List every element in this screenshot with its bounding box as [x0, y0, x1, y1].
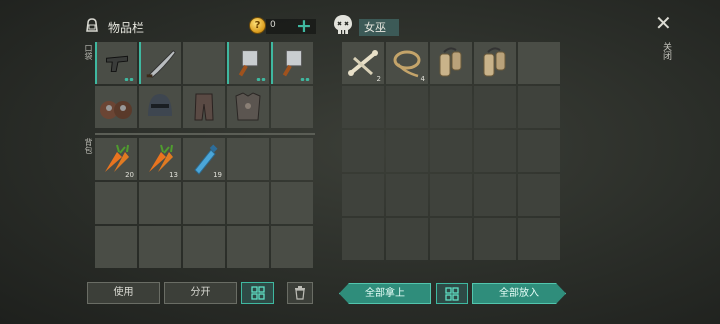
item-quantity: 19: [213, 171, 222, 179]
empty-slot[interactable]: [342, 218, 384, 260]
empty-slot[interactable]: [430, 86, 472, 128]
item-slot[interactable]: [183, 86, 225, 128]
empty-slot[interactable]: [227, 138, 269, 180]
empty-slot[interactable]: [474, 174, 516, 216]
backpack-label: 背包: [84, 138, 93, 154]
empty-slot[interactable]: [139, 182, 181, 224]
empty-slot[interactable]: [386, 218, 428, 260]
grid-icon: [250, 286, 265, 300]
pouch-icon: [439, 47, 462, 77]
section-divider: [95, 133, 315, 135]
item-slot[interactable]: [474, 42, 516, 84]
empty-slot[interactable]: [518, 174, 560, 216]
empty-slot[interactable]: [386, 86, 428, 128]
container-title: 女巫: [359, 19, 399, 36]
skull-icon: [334, 15, 352, 34]
put-all-button[interactable]: 全部放入: [472, 283, 566, 304]
use-button[interactable]: 使用: [87, 282, 160, 304]
coin-count: 0: [270, 20, 276, 30]
empty-slot[interactable]: [271, 86, 313, 128]
empty-slot[interactable]: [227, 226, 269, 268]
chest-armor-icon: [235, 92, 261, 121]
item-slot[interactable]: [227, 86, 269, 128]
empty-slot[interactable]: [183, 182, 225, 224]
empty-slot[interactable]: [95, 182, 137, 224]
add-coins-button[interactable]: +: [296, 15, 312, 37]
empty-slot[interactable]: [430, 174, 472, 216]
empty-slot[interactable]: [183, 42, 225, 84]
backpack-icon: [86, 18, 98, 32]
empty-slot[interactable]: [430, 218, 472, 260]
armor-boots-icon: [100, 101, 132, 119]
item-slot[interactable]: 13: [139, 138, 181, 180]
empty-slot[interactable]: [518, 218, 560, 260]
trash-button[interactable]: [287, 282, 313, 304]
empty-slot[interactable]: [342, 86, 384, 128]
empty-slot[interactable]: [271, 138, 313, 180]
durability-dots: [124, 78, 134, 81]
empty-slot[interactable]: [271, 226, 313, 268]
sort-container-button[interactable]: [436, 283, 468, 304]
close-label[interactable]: 关闭: [659, 42, 671, 60]
item-slot[interactable]: [430, 42, 472, 84]
durability-dots: [256, 78, 266, 81]
item-slot[interactable]: [139, 86, 181, 128]
close-icon[interactable]: ✕: [655, 11, 672, 35]
empty-slot[interactable]: [386, 130, 428, 172]
item-slot[interactable]: 19: [183, 138, 225, 180]
machete-icon: [146, 49, 176, 78]
empty-slot[interactable]: [386, 174, 428, 216]
empty-slot[interactable]: [474, 130, 516, 172]
empty-slot[interactable]: [430, 130, 472, 172]
item-slot[interactable]: [271, 42, 313, 84]
empty-slot[interactable]: [139, 226, 181, 268]
item-slot[interactable]: 4: [386, 42, 428, 84]
trash-icon: [295, 286, 305, 300]
item-slot[interactable]: [95, 86, 137, 128]
grid-icon: [445, 287, 459, 301]
item-quantity: 13: [169, 171, 178, 179]
sort-grid-button[interactable]: [241, 282, 274, 304]
item-slot[interactable]: 2: [342, 42, 384, 84]
item-quantity: 20: [125, 171, 134, 179]
armor-pants-icon: [194, 93, 214, 121]
split-button[interactable]: 分开: [164, 282, 237, 304]
item-slot[interactable]: [95, 42, 137, 84]
empty-slot[interactable]: [227, 182, 269, 224]
pouch-icon: [483, 47, 506, 77]
pocket-label: 口袋: [84, 44, 93, 60]
inventory-title: 物品栏: [108, 21, 145, 35]
empty-slot[interactable]: [518, 42, 560, 84]
item-quantity: 2: [376, 75, 381, 83]
item-slot[interactable]: [227, 42, 269, 84]
coin-icon: ?: [249, 17, 266, 34]
item-slot[interactable]: 20: [95, 138, 137, 180]
empty-slot[interactable]: [474, 218, 516, 260]
backpack-grid: 20 13 19: [95, 138, 313, 268]
helmet-icon: [148, 94, 172, 116]
empty-slot[interactable]: [271, 182, 313, 224]
empty-slot[interactable]: [183, 226, 225, 268]
empty-slot[interactable]: [518, 130, 560, 172]
item-slot[interactable]: [139, 42, 181, 84]
empty-slot[interactable]: [518, 86, 560, 128]
pocket-grid: [95, 42, 313, 128]
empty-slot[interactable]: [342, 130, 384, 172]
empty-slot[interactable]: [95, 226, 137, 268]
item-quantity: 4: [420, 75, 425, 83]
empty-slot[interactable]: [474, 86, 516, 128]
take-all-button[interactable]: 全部拿上: [339, 283, 431, 304]
empty-slot[interactable]: [342, 174, 384, 216]
container-grid: 24: [342, 42, 560, 260]
durability-dots: [300, 78, 310, 81]
